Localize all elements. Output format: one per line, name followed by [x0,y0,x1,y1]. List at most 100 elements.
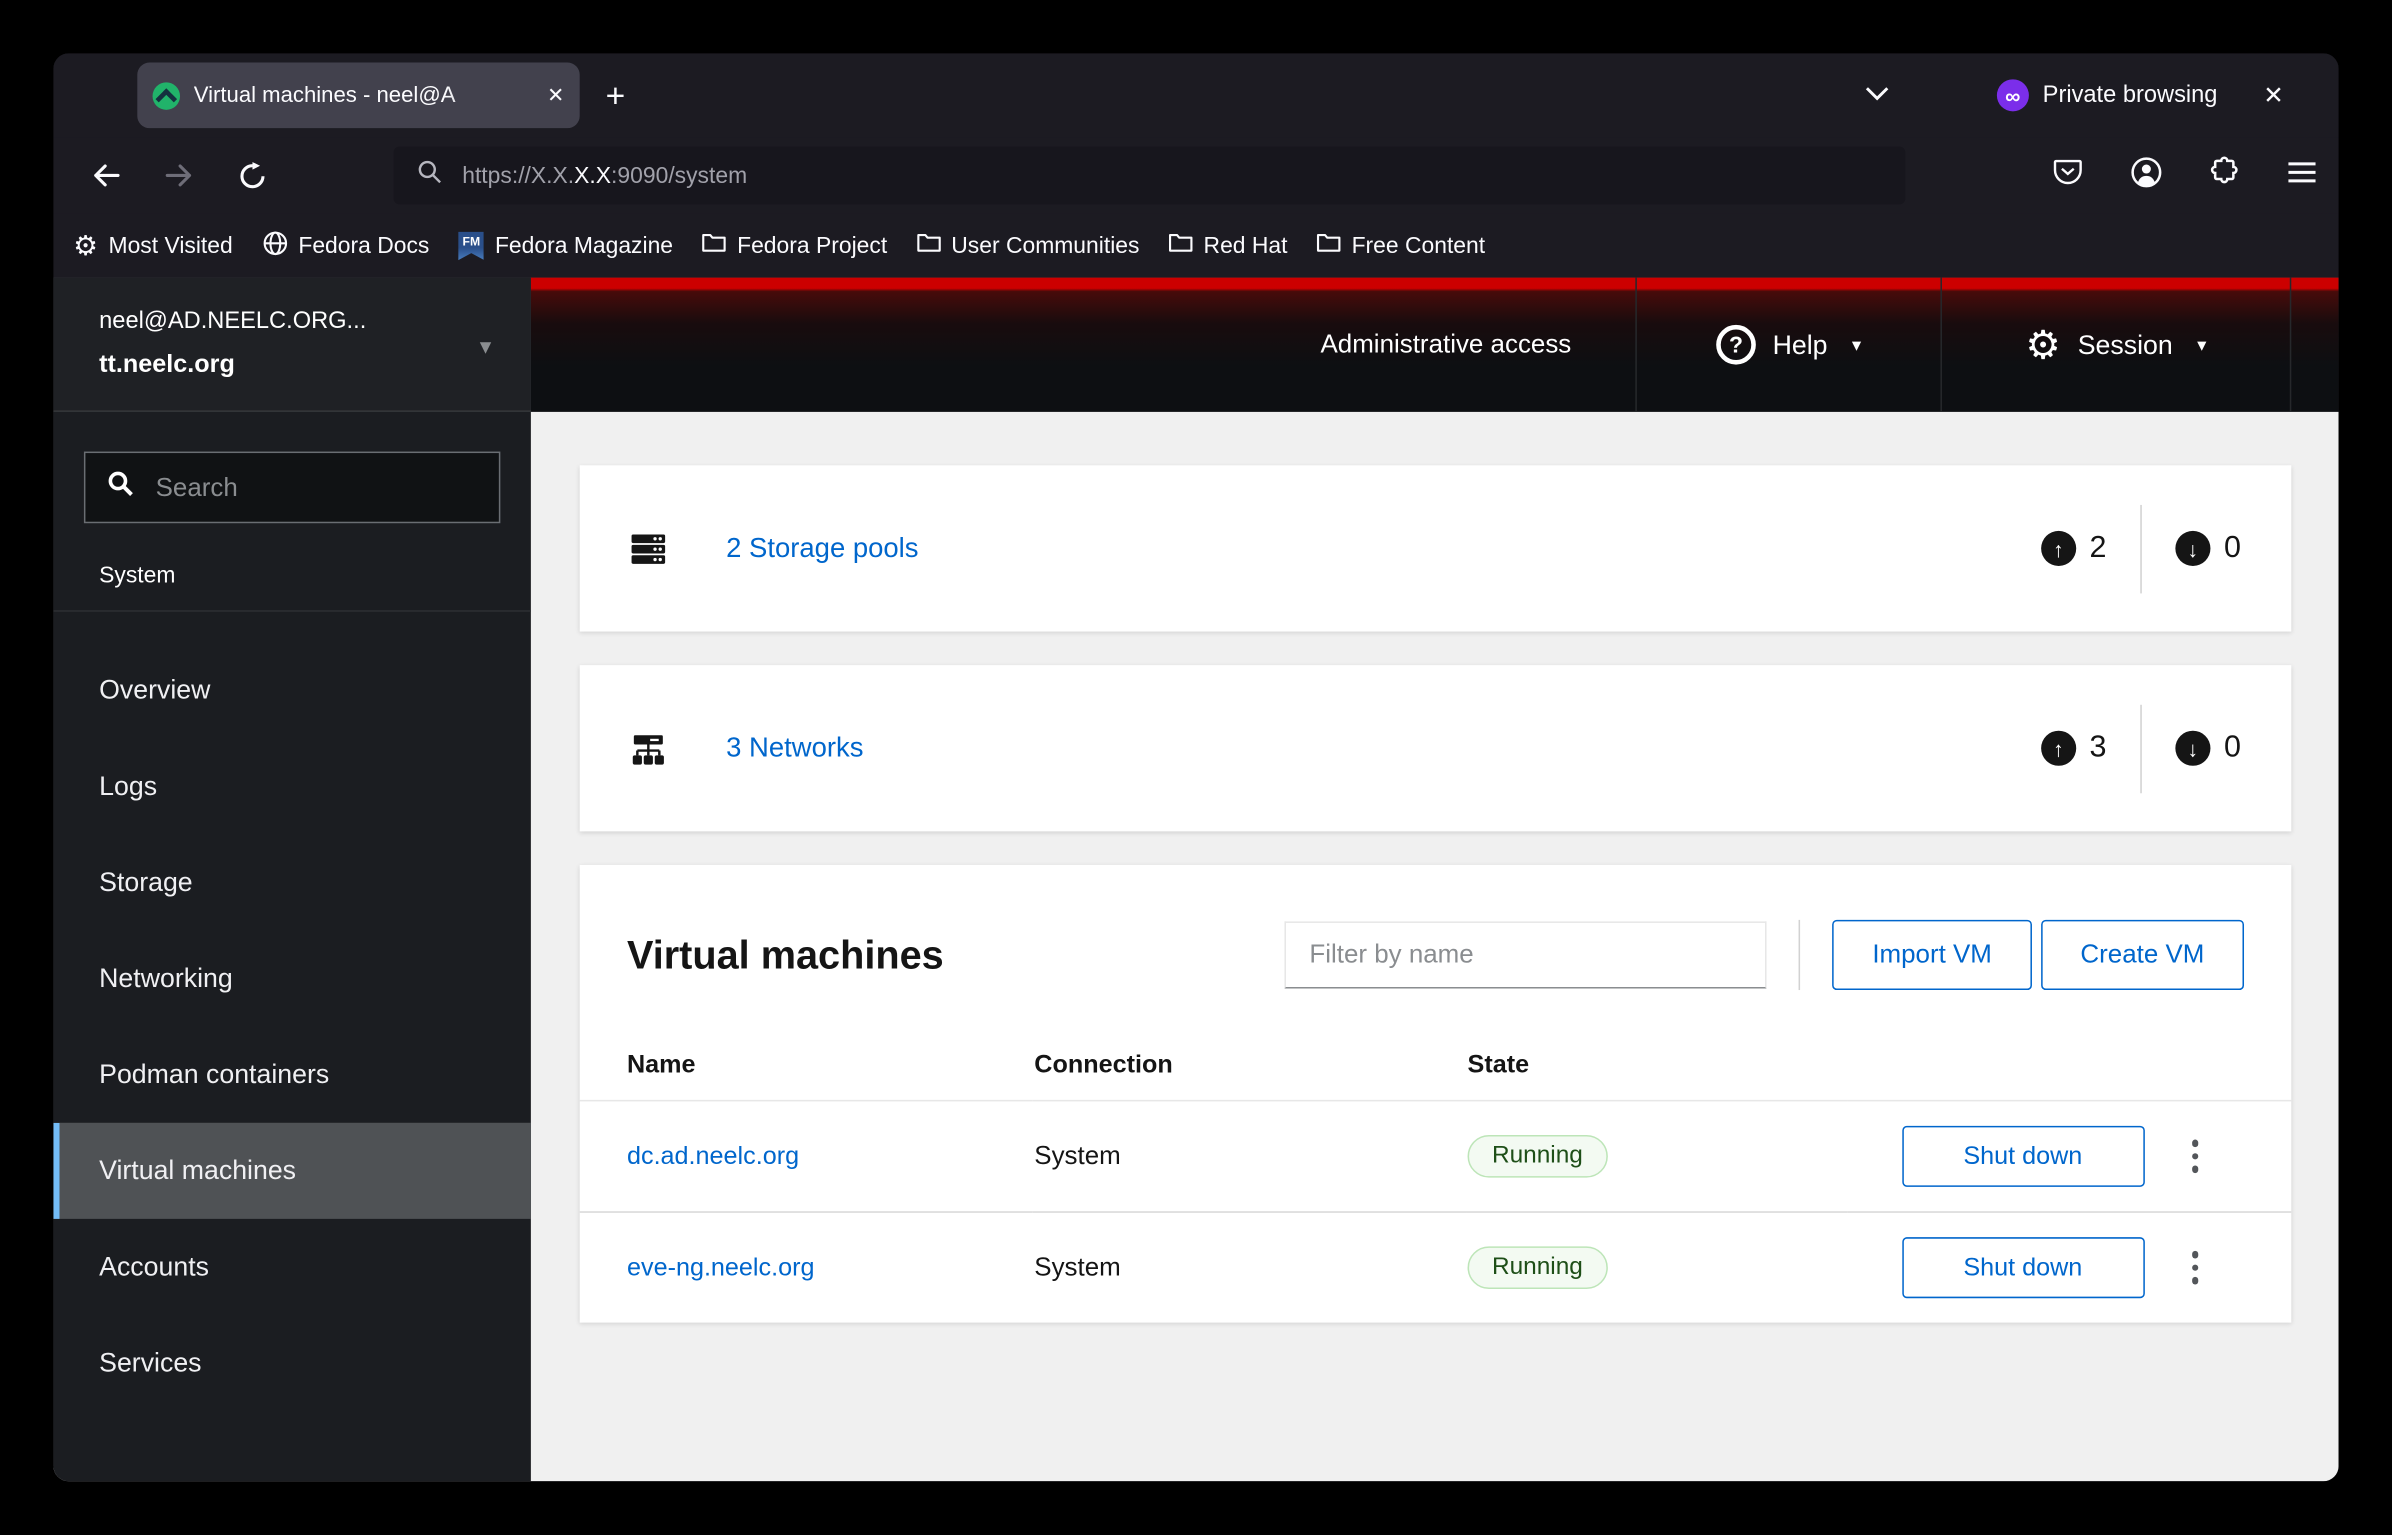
search-icon [107,470,134,505]
masthead: Administrative access ? Help ▾ ⚙ Session… [530,277,2339,412]
sidebar-search[interactable] [83,451,501,524]
networks-counts: ↑ 3 ↓ 0 [2040,704,2241,793]
up-count: 2 [2089,530,2107,565]
gear-icon: ⚙ [73,230,98,261]
shut-down-button[interactable]: Shut down [1901,1237,2145,1299]
vm-toolbar: Import VM Create VM [1284,919,2245,991]
bookmark-most-visited[interactable]: ⚙ Most Visited [73,232,233,259]
sidebar-item-podman-containers[interactable]: Podman containers [53,1027,530,1123]
storage-pools-link[interactable]: 2 Storage pools [726,532,918,564]
folder-icon [916,232,941,259]
bookmark-fedora-docs[interactable]: Fedora Docs [262,230,429,262]
bookmark-user-communities[interactable]: User Communities [916,232,1139,259]
account-icon[interactable] [2130,155,2164,196]
screen-background: Virtual machines - neel@A ✕ + ∞ Private … [0,0,2392,1535]
navigation-toolbar: https://X.X.X.X:9090/system [53,137,2339,214]
fm-badge-icon: FM [458,231,485,261]
browser-tab[interactable]: Virtual machines - neel@A ✕ [137,62,580,129]
sidebar-item-storage[interactable]: Storage [53,834,530,930]
up-arrow-icon: ↑ [2040,730,2076,766]
logged-in-user: neel@AD.NEELC.ORG... [99,308,367,335]
sidebar-item-overview[interactable]: Overview [53,642,530,738]
virtual-machines-card: Virtual machines Import VM Create VM [579,864,2292,1323]
forward-button[interactable] [153,162,205,189]
table-header-row: Name Connection State [579,1029,2292,1102]
storage-stack-icon [630,530,667,567]
cockpit-favicon-icon [152,81,181,110]
bookmark-red-hat[interactable]: Red Hat [1168,232,1287,259]
window-close-icon[interactable]: ✕ [2263,80,2283,111]
up-arrow-icon: ↑ [2040,530,2076,566]
main-column: Administrative access ? Help ▾ ⚙ Session… [530,277,2339,1482]
shut-down-button[interactable]: Shut down [1901,1125,2145,1187]
import-vm-button[interactable]: Import VM [1832,919,2032,991]
bookmark-free-content[interactable]: Free Content [1316,232,1485,259]
page-title: Virtual machines [626,931,944,978]
column-state: State [1466,1029,1848,1102]
down-count: 0 [2223,530,2241,565]
sidebar-item-virtual-machines[interactable]: Virtual machines [53,1122,531,1219]
create-vm-button[interactable]: Create VM [2040,919,2245,991]
new-tab-button[interactable]: + [606,78,626,113]
help-menu[interactable]: ? Help ▾ [1635,277,1940,412]
bookmarks-toolbar: ⚙ Most Visited Fedora Docs FM Fedora Mag… [53,213,2339,278]
host-selector[interactable]: neel@AD.NEELC.ORG... tt.neelc.org ▾ [53,277,531,412]
cockpit-app: neel@AD.NEELC.ORG... tt.neelc.org ▾ Syst… [53,277,2339,1482]
url-bar[interactable]: https://X.X.X.X:9090/system [393,146,1906,205]
private-browsing-label: Private browsing [2042,81,2218,108]
vm-connection: System [1034,1252,1121,1282]
storage-pools-counts: ↑ 2 ↓ 0 [2040,504,2241,593]
session-caret-icon: ▾ [2197,334,2207,356]
down-count: 0 [2223,730,2241,765]
network-tree-icon [630,730,667,767]
administrative-access-button[interactable]: Administrative access [1256,330,1635,361]
host-caret-icon: ▾ [479,334,492,361]
help-caret-icon: ▾ [1851,334,1862,356]
tab-list-chevron-icon[interactable] [1864,82,1890,109]
kebab-menu-icon[interactable] [2185,1134,2204,1179]
extensions-puzzle-icon[interactable] [2209,156,2241,196]
sidebar-item-logs[interactable]: Logs [53,738,530,834]
pocket-icon[interactable] [2052,156,2084,196]
page-content: 2 Storage pools ↑ 2 ↓ 0 3 Networks ↑ 3 ↓… [531,412,2339,1481]
table-row: dc.ad.neelc.org System Running Shut down [580,1101,2292,1212]
vm-table: Name Connection State dc.ad.neelc.org Sy… [579,1029,2292,1323]
folder-icon [1316,232,1341,259]
bookmark-fedora-project[interactable]: Fedora Project [702,232,887,259]
tab-strip: Virtual machines - neel@A ✕ + ∞ Private … [53,53,2339,138]
filter-by-name-input[interactable] [1284,921,1768,989]
status-badge: Running [1467,1246,1608,1290]
sidebar-nav: Overview Logs Storage Networking Podman … [53,612,531,1411]
search-icon [416,159,442,193]
bookmark-fedora-magazine[interactable]: FM Fedora Magazine [458,231,673,261]
vm-connection: System [1034,1141,1121,1171]
menu-hamburger-icon[interactable] [2287,159,2318,191]
private-browsing-badge: ∞ Private browsing [1996,79,2218,112]
storage-pools-card: 2 Storage pools ↑ 2 ↓ 0 [579,465,2292,632]
help-question-icon: ? [1716,324,1756,365]
sidebar-item-networking[interactable]: Networking [53,931,530,1027]
up-count: 3 [2089,730,2107,765]
row-actions: Shut down [1849,1237,2290,1299]
kebab-menu-icon[interactable] [2185,1245,2204,1290]
back-button[interactable] [79,162,131,189]
search-input[interactable] [152,470,478,505]
tab-close-icon[interactable]: ✕ [547,83,564,107]
vm-card-header: Virtual machines Import VM Create VM [580,919,2292,991]
vm-name-link[interactable]: eve-ng.neelc.org [627,1253,815,1280]
toolbar-icons [2052,155,2317,196]
networks-card: 3 Networks ↑ 3 ↓ 0 [579,665,2292,832]
private-mask-icon: ∞ [1996,79,2029,112]
reload-button[interactable] [226,161,278,190]
firefox-window: Virtual machines - neel@A ✕ + ∞ Private … [53,53,2339,1482]
globe-icon [262,230,288,262]
vm-name-link[interactable]: dc.ad.neelc.org [627,1142,799,1169]
titlebar-right: ∞ Private browsing ✕ [1864,79,2338,112]
sidebar-item-services[interactable]: Services [53,1315,530,1411]
tab-title: Virtual machines - neel@A [193,83,456,108]
sidebar-section-system: System [53,563,531,612]
networks-link[interactable]: 3 Networks [726,732,863,764]
session-menu[interactable]: ⚙ Session ▾ [1940,277,2292,412]
sidebar-item-accounts[interactable]: Accounts [53,1219,530,1315]
row-actions: Shut down [1849,1125,2290,1187]
